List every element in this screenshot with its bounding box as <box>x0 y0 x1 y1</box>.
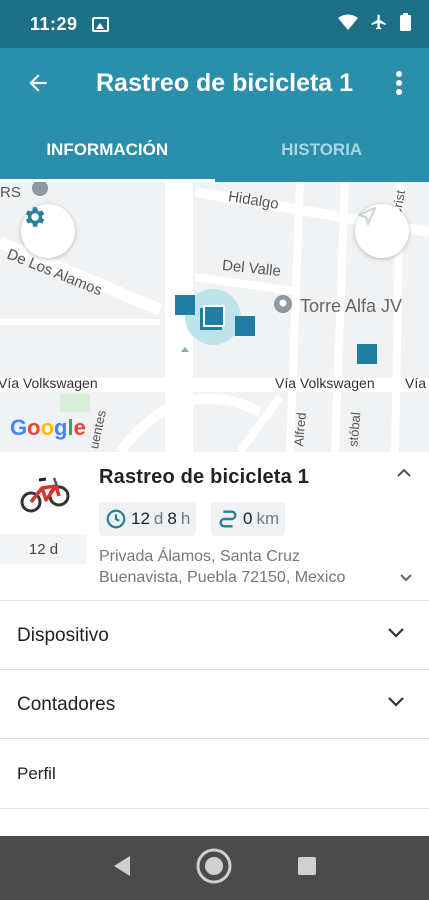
tab-bar: INFORMACIÓN HISTORIA <box>0 118 429 182</box>
more-vertical-icon <box>396 71 402 95</box>
section-dispositivo[interactable]: Dispositivo <box>0 600 429 670</box>
google-logo-letter: o <box>27 415 41 440</box>
triangle-back-icon <box>113 855 130 876</box>
status-bar: 11:29 <box>0 0 429 48</box>
system-nav-bar <box>0 836 429 900</box>
duration-days: 12 <box>131 509 150 528</box>
map-label-via-right: Vía <box>405 375 427 391</box>
overflow-menu-button[interactable] <box>369 70 429 96</box>
page-title: Rastreo de bicicleta 1 <box>96 68 354 97</box>
google-logo: Google <box>10 415 86 441</box>
map-marker-selected[interactable] <box>203 305 225 327</box>
map-label-torre-alfa: Torre Alfa JV <box>300 296 403 316</box>
duration-hours: 8 <box>167 509 177 528</box>
circle-home-icon <box>196 848 232 883</box>
section-perfil[interactable]: Perfil <box>0 738 429 808</box>
google-logo-letter: g <box>54 415 68 440</box>
navigation-arrow-icon <box>358 207 376 225</box>
map-marker[interactable] <box>235 316 255 336</box>
divider <box>0 808 429 809</box>
back-button[interactable] <box>0 70 76 96</box>
distance-unit: km <box>256 509 280 528</box>
map-marker[interactable] <box>175 295 195 315</box>
airplane-icon <box>370 13 388 36</box>
map-view[interactable]: RS Hidalgo Crist De Los Alamos Del Valle… <box>0 182 429 452</box>
duration-chip: 12 d 8h <box>99 502 197 536</box>
arrow-left-icon <box>29 74 47 92</box>
nav-home-button[interactable] <box>195 847 233 890</box>
tab-historia[interactable]: HISTORIA <box>215 118 429 182</box>
nav-recents-button[interactable] <box>297 856 317 881</box>
map-label-rs: RS <box>0 184 21 201</box>
chevron-up-icon <box>397 468 411 477</box>
distance-chip: 0 km <box>211 502 286 536</box>
section-contadores-label: Contadores <box>17 693 116 715</box>
chevron-down-icon <box>388 628 404 638</box>
status-time: 11:29 <box>30 13 78 34</box>
gear-icon <box>25 207 45 227</box>
app-bar: Rastreo de bicicleta 1 <box>0 48 429 118</box>
device-address: Privada Álamos, Santa Cruz Buenavista, P… <box>99 546 389 588</box>
route-icon <box>219 510 237 528</box>
collapse-card-button[interactable] <box>396 466 412 484</box>
clock-icon <box>106 509 126 529</box>
map-label-alfred: Alfred <box>291 411 309 448</box>
expand-address-button[interactable] <box>399 570 413 588</box>
chevron-down-icon <box>400 574 412 582</box>
map-marker[interactable] <box>357 344 377 364</box>
image-notification-icon <box>91 16 109 32</box>
square-recents-icon <box>298 856 317 875</box>
google-logo-letter: o <box>40 415 55 440</box>
chevron-down-icon <box>388 697 404 707</box>
battery-icon <box>400 12 411 36</box>
device-age-badge: 12 d <box>0 534 87 564</box>
map-settings-button[interactable] <box>21 204 75 258</box>
map-label-via-mid: Vía Volkswagen <box>275 375 375 391</box>
distance-value: 0 <box>243 509 253 528</box>
section-contadores[interactable]: Contadores <box>0 669 429 739</box>
section-dispositivo-label: Dispositivo <box>17 624 109 646</box>
nav-back-button[interactable] <box>112 855 132 882</box>
duration-days-unit: d <box>153 509 164 528</box>
map-navigate-button[interactable] <box>355 204 409 258</box>
google-logo-letter: e <box>73 415 86 440</box>
tab-informacion[interactable]: INFORMACIÓN <box>0 118 215 182</box>
map-label-cristobal: stóbal <box>345 411 364 448</box>
wifi-icon <box>338 14 358 35</box>
map-label-via-left: Vía Volkswagen <box>0 375 98 391</box>
address-line-2: Buenavista, Puebla 72150, Mexico <box>99 569 346 586</box>
address-line-1: Privada Álamos, Santa Cruz <box>99 548 300 565</box>
section-perfil-label: Perfil <box>17 763 56 783</box>
device-name: Rastreo de bicicleta 1 <box>99 466 310 488</box>
bicycle-icon <box>20 466 70 523</box>
duration-hours-unit: h <box>180 509 191 528</box>
google-logo-letter: G <box>10 415 28 440</box>
